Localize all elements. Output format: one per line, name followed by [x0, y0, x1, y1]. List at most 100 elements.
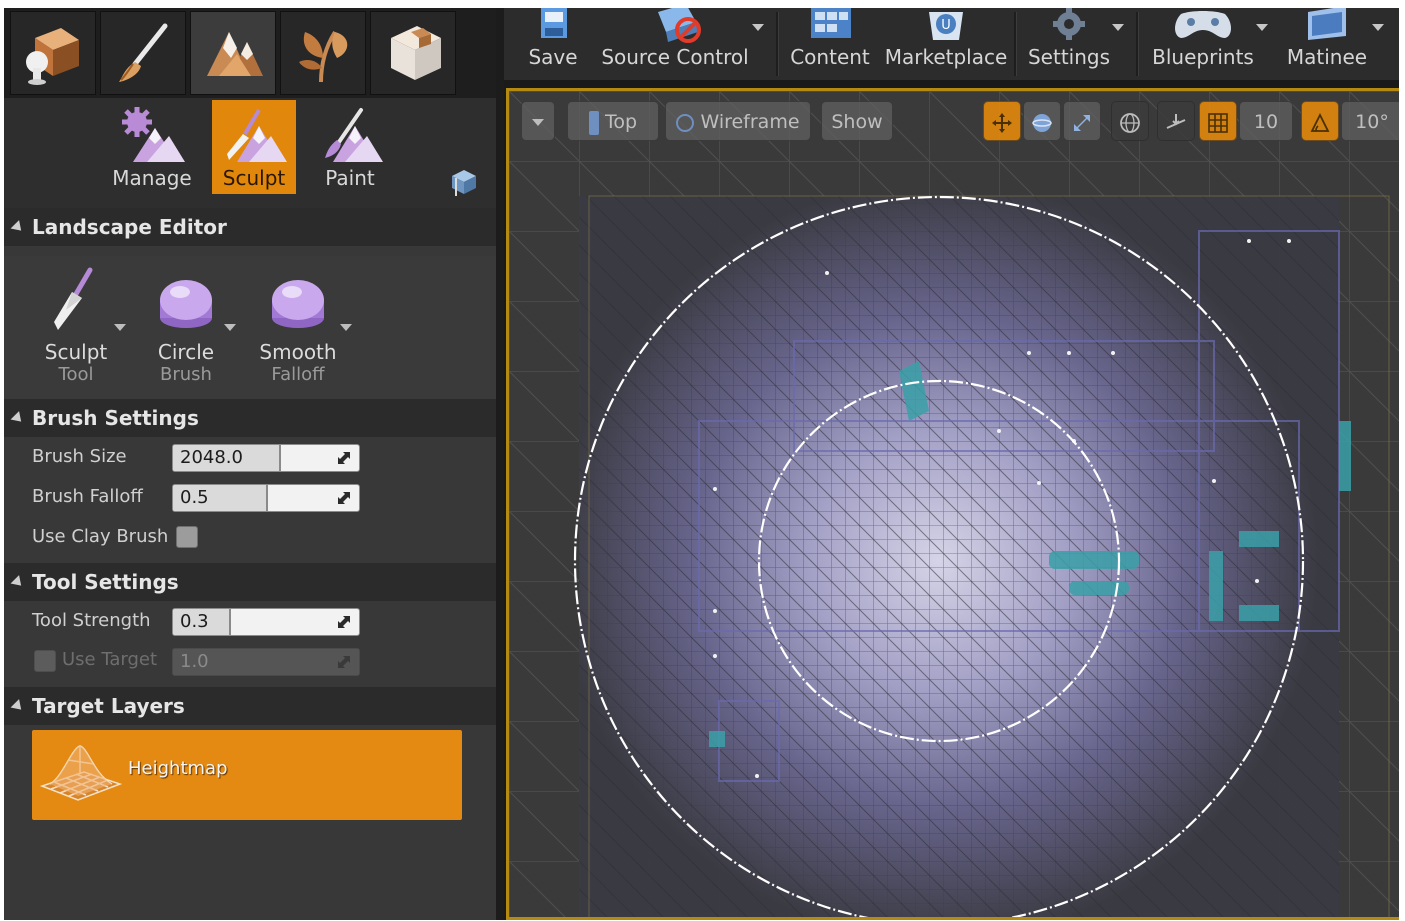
resize-arrows-icon — [338, 492, 350, 504]
save-button[interactable]: Save — [514, 8, 592, 80]
show-flags-label: Show — [831, 111, 883, 133]
scale-mode-button[interactable] — [1063, 101, 1101, 141]
save-label: Save — [528, 45, 578, 69]
brush-size-value: 2048.0 — [180, 447, 243, 468]
use-target-value: 1.0 — [180, 651, 209, 672]
brush-size-label: Brush Size — [32, 446, 127, 467]
heightmap-layer-label: Heightmap — [128, 758, 228, 779]
brush-falloff-label: Brush Falloff — [32, 486, 143, 507]
unreal-editor-window: Manage Sculpt Paint Landscape Editor Scu… — [4, 8, 1399, 920]
settings-button[interactable]: Settings — [1024, 8, 1114, 80]
view-mode-label: Wireframe — [700, 111, 800, 133]
tool-settings-header[interactable]: Tool Settings — [4, 563, 496, 601]
tool-strength-label: Tool Strength — [32, 610, 151, 631]
show-flags-button[interactable]: Show — [821, 101, 893, 141]
brush-size-spinbox[interactable]: 2048.0 — [172, 444, 360, 472]
grid-snap-toggle[interactable] — [1199, 101, 1237, 141]
collapse-arrow-icon — [10, 220, 26, 235]
source-control-chevron-icon[interactable] — [752, 24, 764, 31]
smooth-falloff-sublabel: Falloff — [271, 364, 325, 385]
angle-icon — [1310, 112, 1330, 132]
blueprints-chevron-icon[interactable] — [1256, 24, 1268, 31]
main-toolbar: Save Source Control Content U Marketplac… — [504, 8, 1399, 83]
source-control-button[interactable]: Source Control — [600, 8, 750, 80]
toolbar-separator — [776, 12, 779, 76]
surface-snap-button[interactable] — [1157, 101, 1195, 141]
source-control-icon — [658, 8, 701, 43]
marketplace-button[interactable]: U Marketplace — [884, 8, 1008, 80]
rotate-sphere-icon — [1032, 113, 1052, 132]
view-type-button[interactable]: Top — [567, 101, 659, 141]
smooth-falloff-label: Smooth — [259, 340, 337, 364]
coordinate-system-button[interactable] — [1111, 101, 1149, 141]
tool-settings-body: Tool Strength 0.3 Use Target 1.0 — [4, 601, 496, 687]
viewport-options-button[interactable] — [521, 101, 555, 141]
sculpt-tool-dropdown[interactable]: Sculpt Tool — [26, 266, 126, 386]
use-target-checkbox[interactable] — [34, 650, 56, 672]
target-layers-title: Target Layers — [32, 694, 185, 718]
blueprints-button[interactable]: Blueprints — [1144, 8, 1262, 80]
landscape-editor-title: Landscape Editor — [32, 215, 227, 239]
settings-chevron-icon[interactable] — [1112, 24, 1124, 31]
paint-mode-button[interactable]: Paint — [308, 100, 392, 194]
rotation-snap-value-label: 10° — [1355, 111, 1389, 133]
content-button[interactable]: Content — [786, 8, 874, 80]
content-browser-icon — [811, 8, 851, 38]
matinee-button[interactable]: Matinee — [1282, 8, 1372, 80]
sculpt-tool-sublabel: Tool — [58, 364, 94, 385]
resize-arrows-icon — [338, 616, 350, 628]
landscape-mountain-icon — [207, 32, 263, 76]
resize-arrows-icon — [338, 452, 350, 464]
paint-brush-mountain-icon — [325, 108, 383, 162]
circle-brush-dropdown[interactable]: Circle Brush — [136, 266, 236, 386]
view-mode-button[interactable]: Wireframe — [665, 101, 811, 141]
manage-label: Manage — [112, 166, 192, 190]
settings-gear-icon — [1053, 8, 1085, 40]
tool-strength-spinbox[interactable]: 0.3 — [172, 608, 360, 636]
mode-tab-paint[interactable] — [100, 11, 186, 95]
level-viewport[interactable]: Top Wireframe Show 10 10° — [506, 88, 1399, 920]
manage-mode-button[interactable]: Manage — [110, 100, 194, 194]
landscape-wireframe-scene[interactable] — [509, 91, 1399, 920]
mode-tab-geometry[interactable] — [370, 11, 456, 95]
smooth-falloff-dropdown[interactable]: Smooth Falloff — [248, 266, 352, 386]
resize-arrows-icon — [338, 656, 350, 668]
paint-brush-icon — [119, 23, 168, 82]
heightmap-layer-item[interactable]: Heightmap — [32, 730, 462, 820]
rotate-mode-button[interactable] — [1023, 101, 1061, 141]
grid-snap-value-label: 10 — [1253, 111, 1279, 133]
use-clay-brush-checkbox[interactable] — [176, 526, 198, 548]
view-type-label: Top — [604, 111, 638, 133]
brush-settings-title: Brush Settings — [32, 406, 199, 430]
collapse-arrow-icon — [10, 411, 26, 426]
settings-label: Settings — [1027, 45, 1111, 69]
panel-splitter[interactable] — [496, 8, 504, 920]
use-target-spinbox: 1.0 — [172, 648, 360, 676]
tool-settings-title: Tool Settings — [32, 570, 179, 594]
mode-tab-foliage[interactable] — [280, 11, 366, 95]
matinee-chevron-icon[interactable] — [1372, 24, 1384, 31]
sculpt-label: Sculpt — [222, 166, 286, 190]
source-control-label: Source Control — [601, 45, 749, 69]
toolbar-separator — [1136, 12, 1139, 76]
sculpt-mode-button[interactable]: Sculpt — [212, 100, 296, 194]
mode-tabs-bar — [4, 8, 496, 98]
landscape-gizmo-icon[interactable] — [448, 166, 480, 198]
matinee-label: Matinee — [1286, 45, 1368, 69]
rotation-snap-toggle[interactable] — [1301, 101, 1339, 141]
mode-tab-place[interactable] — [10, 11, 96, 95]
rotation-snap-value[interactable]: 10° — [1341, 101, 1399, 141]
translate-mode-button[interactable] — [983, 101, 1021, 141]
brush-settings-header[interactable]: Brush Settings — [4, 399, 496, 437]
brush-falloff-spinbox[interactable]: 0.5 — [172, 484, 360, 512]
tool-strength-value: 0.3 — [180, 611, 209, 632]
svg-text:U: U — [941, 18, 951, 33]
mode-tab-landscape[interactable] — [190, 11, 276, 95]
save-disk-icon — [541, 8, 567, 38]
grid-snap-value[interactable]: 10 — [1239, 101, 1293, 141]
landscape-editor-header[interactable]: Landscape Editor — [4, 208, 496, 246]
marketplace-icon: U — [929, 12, 963, 40]
toolbar-separator — [1014, 12, 1017, 76]
target-layers-header[interactable]: Target Layers — [4, 687, 496, 725]
marketplace-label: Marketplace — [884, 45, 1008, 69]
